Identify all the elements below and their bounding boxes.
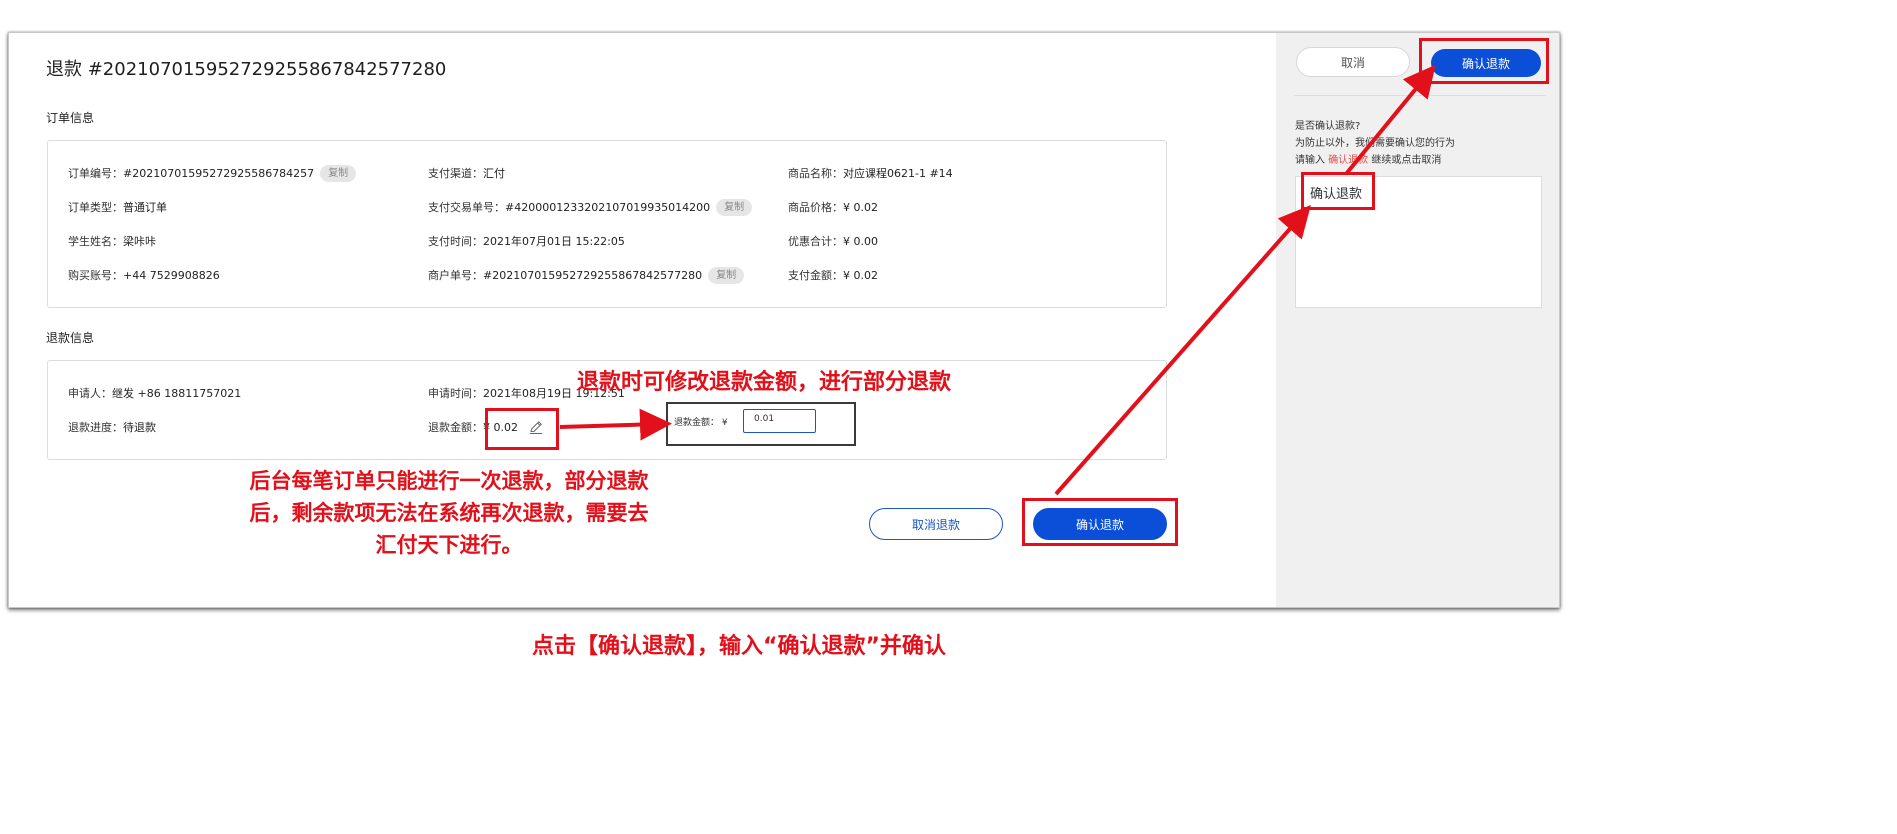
product-price-value: ¥ 0.02: [843, 200, 878, 214]
pay-time-field: 支付时间： 2021年07月01日 15:22:05: [428, 232, 625, 250]
product-name-value: 对应课程0621-1 #14: [843, 167, 953, 180]
copy-pay-txn-button[interactable]: 复制: [716, 198, 753, 216]
copy-order-no-button[interactable]: 复制: [320, 164, 357, 182]
refund-amount-field: 退款金额： ¥ 0.02: [428, 418, 544, 436]
student-value: 梁咔咔: [123, 235, 156, 248]
order-type-value: 普通订单: [123, 201, 167, 214]
applicant-label: 申请人：: [68, 387, 112, 400]
inset-amount-input[interactable]: 0.01: [743, 409, 816, 433]
pay-channel-label: 支付渠道：: [428, 167, 483, 180]
student-label: 学生姓名：: [68, 235, 123, 248]
account-value: +44 7529908826: [123, 268, 220, 282]
refund-amount-value: ¥ 0.02: [483, 420, 518, 434]
apply-time-label: 申请时间：: [428, 387, 483, 400]
product-name-label: 商品名称：: [788, 167, 843, 180]
account-label: 购买账号：: [68, 269, 123, 282]
account-field: 购买账号： +44 7529908826: [68, 266, 220, 284]
confirm-prompt-title: 是否确认退款?: [1295, 121, 1361, 132]
product-price-field: 商品价格： ¥ 0.02: [788, 198, 878, 216]
merchant-no-label: 商户单号：: [428, 269, 483, 282]
order-info-title: 订单信息: [46, 111, 95, 125]
cancel-refund-button[interactable]: 取消退款: [869, 508, 1003, 540]
refund-info-title: 退款信息: [46, 331, 95, 345]
annotation-once-only-line3: 汇付天下进行。: [375, 533, 523, 557]
side-confirm-button[interactable]: 确认退款: [1431, 49, 1541, 77]
pay-time-label: 支付时间：: [428, 235, 483, 248]
progress-label: 退款进度：: [68, 421, 123, 434]
order-type-label: 订单类型：: [68, 201, 123, 214]
confirm-side-panel: 取消 确认退款 是否确认退款? 为防止以外，我们需要确认您的行为 请输入 确认退…: [1276, 33, 1559, 607]
annotation-once-only-line2: 后，剩余款项无法在系统再次退款，需要去: [249, 501, 649, 525]
confirm-prompt-reason: 为防止以外，我们需要确认您的行为: [1295, 138, 1455, 149]
refund-amount-label: 退款金额：: [428, 421, 483, 434]
paid-value: ¥ 0.02: [843, 268, 878, 282]
confirm-text-value: 确认退款: [1310, 187, 1363, 202]
amount-edit-inset: 退款金额： ¥ 0.01: [666, 402, 856, 446]
progress-value: 待退款: [123, 421, 156, 434]
copy-merchant-no-button[interactable]: 复制: [708, 266, 745, 284]
paid-label: 支付金额：: [788, 269, 843, 282]
product-name-field: 商品名称： 对应课程0621-1 #14: [788, 164, 953, 182]
discount-value: ¥ 0.00: [843, 234, 878, 248]
confirm-refund-button[interactable]: 确认退款: [1033, 508, 1167, 540]
page-title: 退款 #202107015952729255867842577280: [46, 59, 447, 80]
student-field: 学生姓名： 梁咔咔: [68, 232, 156, 250]
pay-time-value: 2021年07月01日 15:22:05: [483, 235, 625, 248]
order-info-card: 订单编号： #20210701595272925586784257 复制 订单类…: [47, 140, 1167, 308]
annotation-once-only-line1: 后台每笔订单只能进行一次退款，部分退款: [249, 469, 649, 493]
instruction-keyword: 确认退款: [1328, 155, 1369, 166]
pay-channel-value: 汇付: [483, 167, 505, 180]
applicant-field: 申请人： 继发 +86 18811757021: [68, 384, 241, 402]
instruction-prefix: 请输入: [1295, 155, 1329, 166]
amount-edit-inset-body: 退款金额： ¥ 0.01: [668, 404, 854, 444]
confirm-text-input[interactable]: 确认退款: [1295, 176, 1542, 308]
discount-field: 优惠合计： ¥ 0.00: [788, 232, 878, 250]
side-divider: [1294, 95, 1546, 96]
pay-txn-field: 支付交易单号： #4200001233202107019935014200 复制: [428, 198, 753, 216]
order-type-field: 订单类型： 普通订单: [68, 198, 167, 216]
pay-channel-field: 支付渠道： 汇付: [428, 164, 505, 182]
order-no-label: 订单编号：: [68, 167, 123, 180]
progress-field: 退款进度： 待退款: [68, 418, 156, 436]
annotation-once-only: 后台每笔订单只能进行一次退款，部分退款 后，剩余款项无法在系统再次退款，需要去 …: [196, 465, 702, 561]
confirm-prompt-instruction: 请输入 确认退款 继续或点击取消: [1295, 151, 1441, 166]
instruction-suffix: 继续或点击取消: [1368, 155, 1442, 166]
pay-txn-label: 支付交易单号：: [428, 201, 505, 214]
annotation-edit-amount: 退款时可修改退款金额，进行部分退款: [577, 370, 952, 395]
order-no-value: #20210701595272925586784257: [123, 166, 315, 180]
annotation-bottom-instruction: 点击【确认退款】，输入“确认退款”并确认: [532, 634, 946, 659]
discount-label: 优惠合计：: [788, 235, 843, 248]
product-price-label: 商品价格：: [788, 201, 843, 214]
pay-txn-value: #4200001233202107019935014200: [505, 200, 711, 214]
edit-amount-icon[interactable]: [528, 419, 544, 435]
merchant-no-value: #202107015952729255867842577280: [483, 268, 703, 282]
order-no-field: 订单编号： #20210701595272925586784257 复制: [68, 164, 357, 182]
side-cancel-button[interactable]: 取消: [1296, 47, 1410, 77]
inset-amount-label: 退款金额： ¥: [674, 418, 728, 428]
applicant-value: 继发 +86 18811757021: [112, 387, 242, 400]
paid-field: 支付金额： ¥ 0.02: [788, 266, 878, 284]
merchant-no-field: 商户单号： #202107015952729255867842577280 复制: [428, 266, 745, 284]
